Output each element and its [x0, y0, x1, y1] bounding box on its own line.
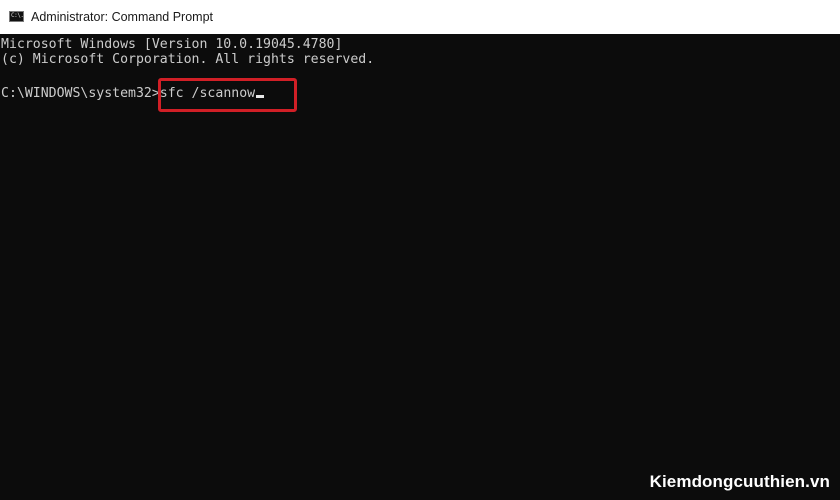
console-output[interactable]: Microsoft Windows [Version 10.0.19045.47… [0, 34, 840, 500]
window-title: Administrator: Command Prompt [31, 10, 214, 24]
watermark: Kiemdongcuuthien.vn [649, 472, 830, 491]
command-prompt-window: C:\. Administrator: Command Prompt Micro… [0, 0, 840, 500]
cmd-icon-glyph: C:\. [11, 12, 24, 19]
command-prompt-path: C:\WINDOWS\system32> [1, 86, 160, 101]
cmd-icon[interactable]: C:\. [9, 11, 24, 22]
command-highlight-box [158, 78, 297, 112]
console-line-copyright: (c) Microsoft Corporation. All rights re… [1, 52, 375, 67]
title-bar[interactable]: C:\. Administrator: Command Prompt [0, 0, 840, 34]
